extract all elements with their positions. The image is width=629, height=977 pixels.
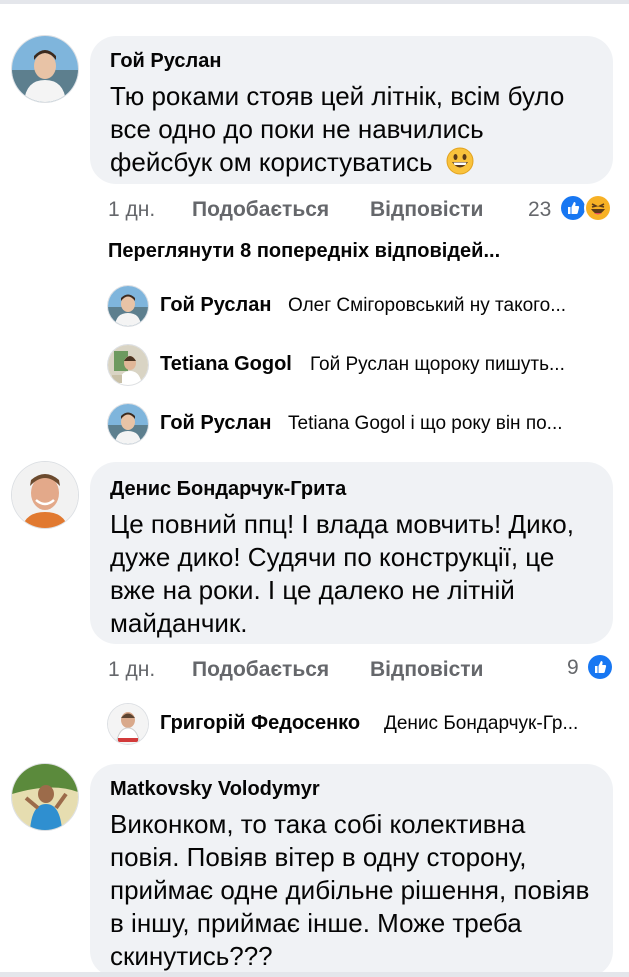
avatar[interactable] — [12, 764, 78, 830]
like-button[interactable]: Подобається — [192, 658, 329, 682]
grinning-face-emoji-icon — [446, 147, 474, 183]
comment-text: Тю роками стояв цей літнік, всім було вс… — [110, 80, 564, 183]
like-button[interactable]: Подобається — [192, 198, 329, 222]
comment-text: Це повний ппц! І влада мовчить! Дико, ду… — [110, 509, 574, 638]
comment-author[interactable]: Гой Руслан — [110, 50, 221, 73]
reply-button[interactable]: Відповісти — [370, 658, 483, 682]
reaction-count[interactable]: 9 — [567, 656, 579, 680]
reply-button[interactable]: Відповісти — [370, 198, 483, 222]
avatar[interactable] — [12, 36, 78, 102]
reply-author[interactable]: Tetiana Gogol — [160, 353, 292, 376]
avatar[interactable] — [12, 462, 78, 528]
reply-preview[interactable]: Tetiana Gogol і що року він по... — [288, 413, 563, 435]
view-previous-replies-link[interactable]: Переглянути 8 попередніх відповідей... — [108, 240, 500, 263]
comment-author[interactable]: Matkovsky Volodymyr — [110, 778, 320, 801]
bottom-divider — [0, 972, 629, 977]
comment-author[interactable]: Денис Бондарчук-Грита — [110, 478, 346, 501]
comment-time[interactable]: 1 дн. — [108, 198, 155, 222]
haha-icon — [586, 196, 610, 220]
avatar[interactable] — [108, 704, 148, 744]
comment-actions: 1 дн. Подобається Відповісти — [108, 658, 528, 684]
like-icon — [588, 655, 612, 679]
comment-bubble: Matkovsky Volodymyr Виконком, то така со… — [90, 764, 613, 977]
reply-item[interactable]: Григорій Федосенко Денис Бондарчук-Гр... — [108, 704, 618, 744]
reply-item[interactable]: Tetiana Gogol Гой Руслан щороку пишуть..… — [108, 345, 618, 385]
avatar[interactable] — [108, 345, 148, 385]
reply-author[interactable]: Гой Руслан — [160, 294, 271, 317]
reply-item[interactable]: Гой Руслан Олег Смігоровський ну такого.… — [108, 286, 618, 326]
comment-text: Виконком, то така собі колективна повія.… — [110, 809, 590, 971]
reply-preview[interactable]: Гой Руслан щороку пишуть... — [310, 354, 565, 376]
like-icon — [561, 196, 585, 220]
top-divider — [0, 0, 629, 4]
reply-author[interactable]: Гой Руслан — [160, 412, 271, 435]
avatar[interactable] — [108, 404, 148, 444]
reply-author[interactable]: Григорій Федосенко — [160, 712, 360, 735]
avatar[interactable] — [108, 286, 148, 326]
reply-preview[interactable]: Олег Смігоровський ну такого... — [288, 295, 566, 317]
reply-preview[interactable]: Денис Бондарчук-Гр... — [384, 713, 578, 735]
reply-item[interactable]: Гой Руслан Tetiana Gogol і що року він п… — [108, 404, 618, 444]
comment-bubble: Гой Руслан Тю роками стояв цей літнік, в… — [90, 36, 613, 184]
comment-time[interactable]: 1 дн. — [108, 658, 155, 682]
reaction-count[interactable]: 23 — [528, 198, 551, 222]
comment-bubble: Денис Бондарчук-Грита Це повний ппц! І в… — [90, 462, 613, 644]
comment-actions: 1 дн. Подобається Відповісти — [108, 198, 528, 224]
